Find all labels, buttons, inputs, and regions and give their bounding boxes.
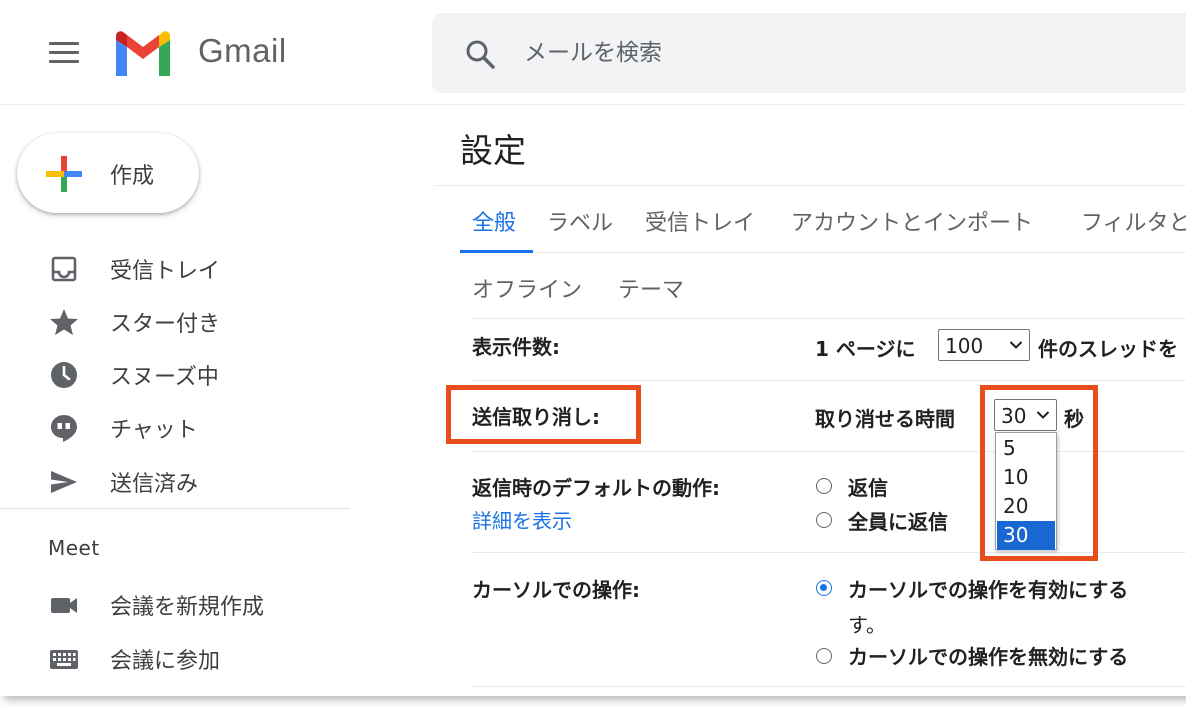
- main-menu-icon[interactable]: [49, 42, 79, 64]
- page-size-select[interactable]: 100: [938, 329, 1030, 361]
- reply-radio[interactable]: [816, 478, 832, 494]
- video-camera-icon: [51, 598, 77, 613]
- tab-filters[interactable]: フィルタと: [1081, 205, 1188, 237]
- header-divider: [0, 104, 1188, 105]
- tab-general[interactable]: 全般: [472, 205, 516, 237]
- hover-actions-label: カーソルでの操作:: [472, 578, 640, 602]
- sidebar-item-starred[interactable]: スター付き: [110, 306, 220, 338]
- learn-more-link[interactable]: 詳細を表示: [472, 505, 572, 534]
- reply-option-label: 返信: [848, 476, 888, 500]
- star-icon: [50, 309, 78, 335]
- tabs-bottom-divider: [472, 318, 1188, 319]
- search-input[interactable]: [524, 36, 1124, 70]
- page-title: 設定: [460, 131, 526, 170]
- tabs-divider: [460, 252, 1188, 253]
- sidebar-item-inbox[interactable]: 受信トレイ: [110, 253, 220, 285]
- sidebar-item-sent[interactable]: 送信済み: [110, 466, 198, 498]
- sidebar-item-snoozed[interactable]: スヌーズ中: [110, 359, 219, 391]
- row-divider: [472, 686, 1188, 687]
- compose-button[interactable]: 作成: [17, 133, 199, 213]
- sidebar-item-chat[interactable]: チャット: [110, 412, 198, 444]
- page-size-value: 100: [945, 334, 984, 358]
- sidebar-divider: [0, 508, 350, 509]
- search-icon[interactable]: [464, 38, 496, 70]
- undo-send-label: 送信取り消し:: [472, 405, 600, 429]
- app-name: Gmail: [198, 32, 287, 69]
- reply-all-option-label: 全員に返信: [848, 510, 948, 534]
- tab-inbox[interactable]: 受信トレイ: [645, 205, 755, 237]
- hover-disable-label: カーソルでの操作を無効にする: [848, 645, 1129, 669]
- row-divider: [472, 380, 1188, 381]
- title-divider: [434, 185, 1188, 186]
- clock-icon: [51, 362, 77, 388]
- hover-enable-label: カーソルでの操作を有効にする: [848, 578, 1129, 602]
- page-size-prefix: 1 ページに: [815, 337, 916, 361]
- chevron-down-icon: [1009, 341, 1023, 349]
- active-tab-indicator: [460, 250, 533, 253]
- tab-offline[interactable]: オフライン: [472, 272, 582, 304]
- keyboard-icon: [50, 650, 78, 669]
- chat-icon: [51, 415, 77, 442]
- reply-default-label: 返信時のデフォルトの動作:: [472, 476, 720, 500]
- meet-section-title: Meet: [48, 536, 100, 560]
- sidebar-item-new-meeting[interactable]: 会議を新規作成: [110, 589, 264, 621]
- plus-icon: [46, 156, 82, 192]
- gmail-logo-icon[interactable]: [112, 30, 174, 76]
- gmail-window: Gmail 作成 受信トレイ スター付き スヌーズ中 チャット: [0, 0, 1188, 696]
- highlight-box-undo-send-select: [980, 385, 1098, 561]
- tab-labels[interactable]: ラベル: [547, 205, 613, 237]
- page-size-label: 表示件数:: [472, 335, 560, 359]
- send-icon: [51, 471, 77, 493]
- page-edge: [1186, 0, 1200, 708]
- sidebar-item-join-meeting[interactable]: 会議に参加: [110, 643, 220, 675]
- hover-enable-radio[interactable]: [816, 580, 832, 596]
- hover-enable-description: す。: [848, 613, 886, 637]
- compose-label: 作成: [110, 164, 155, 189]
- hover-disable-radio[interactable]: [816, 648, 832, 664]
- page-size-suffix: 件のスレッドを: [1038, 337, 1178, 361]
- reply-all-radio[interactable]: [816, 512, 832, 528]
- inbox-icon: [51, 256, 77, 282]
- tab-accounts-import[interactable]: アカウントとインポート: [791, 205, 1033, 237]
- tab-themes[interactable]: テーマ: [618, 272, 684, 304]
- undo-send-prefix: 取り消せる時間: [815, 407, 955, 431]
